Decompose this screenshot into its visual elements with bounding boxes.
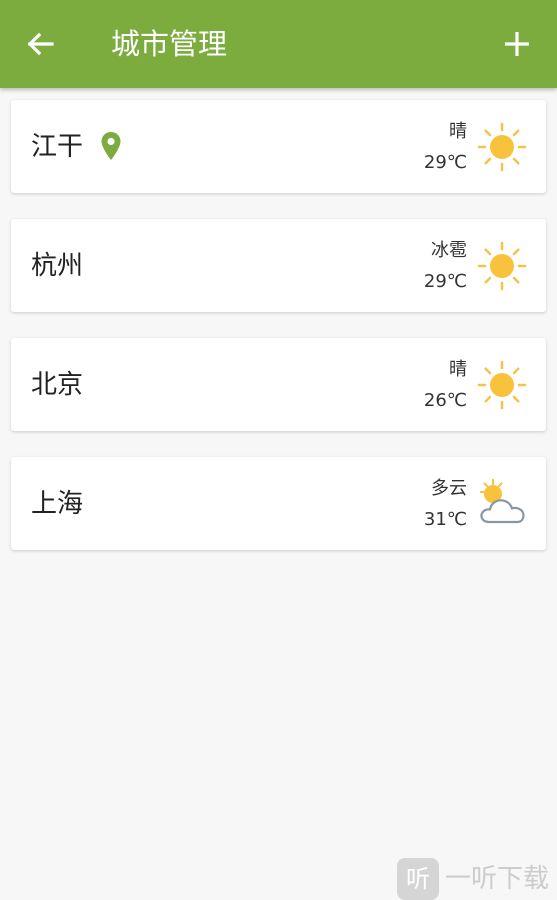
watermark-text: 一听下载	[445, 864, 550, 894]
weather-condition: 多云	[431, 478, 467, 499]
temperature: 29℃	[423, 152, 467, 173]
city-name: 杭州	[31, 251, 84, 281]
sun-icon	[477, 122, 527, 172]
city-card[interactable]: 北京 晴 26℃	[11, 338, 546, 431]
temperature: 31℃	[423, 509, 467, 530]
watermark-badge: 听	[397, 858, 439, 900]
back-arrow-icon[interactable]	[22, 26, 58, 62]
weather-condition: 冰雹	[431, 240, 467, 261]
sun-icon	[477, 360, 527, 410]
temperature: 26℃	[423, 390, 467, 411]
city-name: 北京	[31, 370, 84, 400]
location-pin-icon	[101, 132, 121, 160]
city-list: 江干 晴 29℃ 杭州 冰雹 29℃ 北京 晴 26℃ 上海 多云 31℃	[11, 100, 546, 576]
app-bar: 城市管理	[0, 0, 557, 88]
city-card[interactable]: 杭州 冰雹 29℃	[11, 219, 546, 312]
sun-icon	[477, 241, 527, 291]
partly-cloudy-icon	[479, 478, 525, 524]
watermark: 听 一听下载	[397, 858, 557, 900]
add-city-icon[interactable]	[499, 26, 535, 62]
city-card[interactable]: 上海 多云 31℃	[11, 457, 546, 550]
weather-condition: 晴	[449, 359, 467, 380]
city-name: 江干	[31, 132, 84, 162]
page-title: 城市管理	[111, 27, 228, 61]
weather-condition: 晴	[449, 121, 467, 142]
temperature: 29℃	[423, 271, 467, 292]
city-name: 上海	[31, 489, 84, 519]
city-card[interactable]: 江干 晴 29℃	[11, 100, 546, 193]
